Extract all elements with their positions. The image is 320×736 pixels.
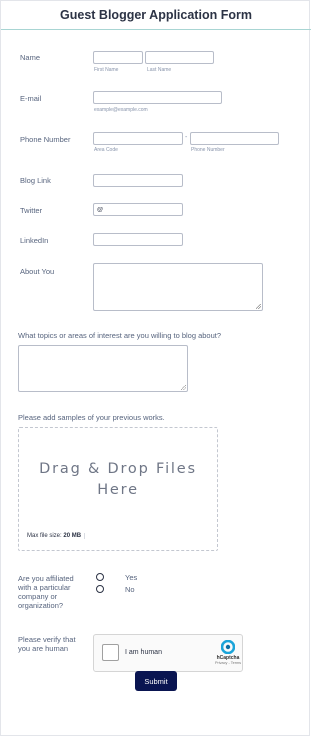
phone-number-sublabel: Phone Number [191, 147, 225, 153]
email-sublabel: example@example.com [94, 107, 148, 113]
blog-link-input[interactable] [93, 174, 183, 187]
max-file-size-value: 20 MB [63, 533, 82, 539]
max-file-size: Max file size: 20 MB [27, 533, 86, 539]
captcha-text: I am human [125, 649, 162, 656]
verify-label: Please verify that you are human [18, 635, 76, 653]
captcha-terms[interactable]: Privacy - Terms [206, 661, 250, 665]
radio-no-label[interactable]: No [125, 585, 135, 594]
first-name-input[interactable] [93, 51, 143, 64]
area-code-sublabel: Area Code [94, 147, 118, 153]
resize-grip-icon[interactable] [181, 385, 186, 390]
area-code-input[interactable] [93, 132, 183, 145]
first-name-sublabel: First Name [94, 67, 119, 73]
name-label: Name [20, 53, 41, 62]
radio-yes[interactable] [96, 573, 104, 581]
captcha-widget: I am human hCaptcha Privacy - Terms [93, 634, 243, 672]
blog-link-label: Blog Link [20, 176, 51, 185]
email-label: E-mail [20, 94, 42, 103]
email-input[interactable] [93, 91, 222, 104]
topics-textarea[interactable] [18, 345, 188, 392]
phone-number-input[interactable] [190, 132, 279, 145]
linkedin-label: LinkedIn [20, 236, 49, 245]
affiliation-question: Are you affiliated with a particular com… [18, 574, 74, 610]
twitter-label: Twitter [20, 206, 43, 215]
phone-label: Phone Number [20, 135, 71, 144]
submit-button[interactable]: Submit [135, 671, 177, 691]
linkedin-input[interactable] [93, 233, 183, 246]
last-name-input[interactable] [145, 51, 214, 64]
drop-zone-text: Drag & Drop Files Here [39, 461, 197, 498]
file-drop-zone[interactable]: Drag & Drop Files Here Max file size: 20… [18, 427, 218, 551]
hcaptcha-logo-icon [221, 640, 235, 654]
form-header: Guest Blogger Application Form [1, 1, 311, 30]
last-name-sublabel: Last Name [147, 67, 172, 73]
topics-question: What topics or areas of interest are you… [18, 331, 222, 340]
radio-yes-label[interactable]: Yes [125, 573, 137, 582]
max-file-size-label: Max file size: [27, 533, 62, 539]
about-label: About You [20, 267, 55, 276]
resize-grip-icon[interactable] [256, 304, 261, 309]
form-container: Guest Blogger Application Form Name Firs… [0, 0, 311, 736]
about-textarea[interactable] [93, 263, 263, 311]
twitter-input[interactable] [93, 203, 183, 216]
samples-question: Please add samples of your previous work… [18, 413, 165, 422]
form-title: Guest Blogger Application Form [60, 8, 252, 22]
phone-separator: - [185, 134, 188, 141]
radio-no[interactable] [96, 585, 104, 593]
checkbox-icon[interactable] [102, 644, 119, 661]
